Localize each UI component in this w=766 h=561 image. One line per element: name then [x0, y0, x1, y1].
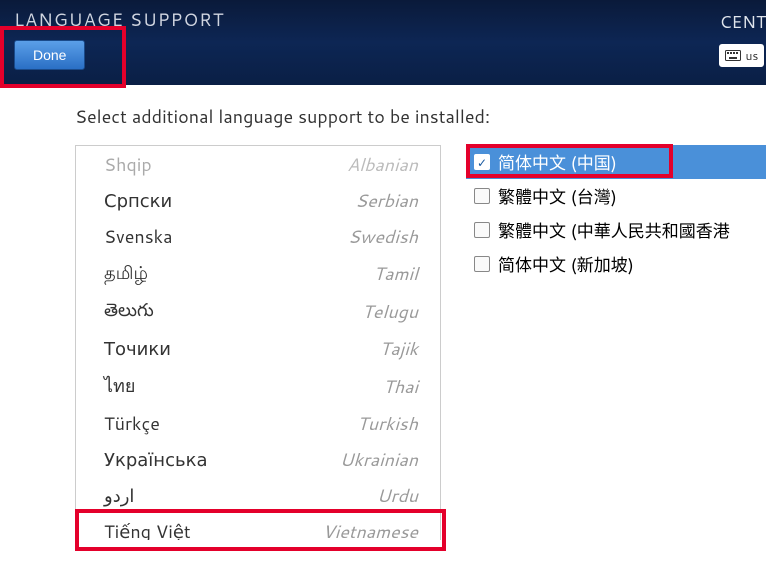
keyboard-badge[interactable]: us: [719, 44, 764, 67]
language-row[interactable]: ไทย Thai: [76, 366, 440, 405]
language-english: Turkish: [357, 410, 424, 436]
distro-label: CENT: [719, 10, 766, 34]
language-row[interactable]: తెలుగు Telugu: [76, 291, 440, 330]
keyboard-icon: [725, 50, 741, 61]
language-english: Tamil: [373, 260, 424, 286]
variant-label: 简体中文 (新加坡): [498, 251, 634, 277]
variant-list[interactable]: ✓ 简体中文 (中国) 繁體中文 (台灣) 繁體中文 (中華人民共和國香港 简体…: [441, 145, 766, 540]
language-list[interactable]: Shqip Albanian Српски Serbian Svenska Sw…: [75, 145, 441, 540]
language-english: Vietnamese: [322, 518, 424, 540]
language-row[interactable]: Türkçe Turkish: [76, 405, 440, 441]
variant-label: 繁體中文 (台灣): [498, 183, 617, 209]
page-title: LANGUAGE SUPPORT: [14, 6, 752, 32]
language-native: ไทย: [104, 371, 135, 400]
language-row[interactable]: Tiếng Việt Vietnamese: [76, 513, 440, 540]
language-english: Swedish: [348, 223, 424, 249]
language-native: Українська: [104, 446, 207, 472]
language-english: Tajik: [380, 335, 424, 361]
language-native: Svenska: [104, 223, 172, 249]
checkbox[interactable]: [474, 256, 490, 272]
language-native: తెలుగు: [104, 296, 154, 325]
language-row[interactable]: தமிழ் Tamil: [76, 254, 440, 291]
lists-container: Shqip Albanian Српски Serbian Svenska Sw…: [75, 145, 766, 540]
language-english: Serbian: [355, 187, 424, 213]
language-row[interactable]: Українська Ukrainian: [76, 441, 440, 477]
language-native: Türkçe: [104, 410, 160, 436]
language-native: Tiếng Việt: [104, 518, 191, 540]
language-row[interactable]: Svenska Swedish: [76, 218, 440, 254]
language-row[interactable]: Точики Tajik: [76, 330, 440, 366]
checkbox[interactable]: [474, 222, 490, 238]
language-row[interactable]: اردو Urdu: [76, 477, 440, 513]
language-native: Точики: [104, 335, 171, 361]
main-content: Select additional language support to be…: [0, 85, 766, 540]
instruction-text: Select additional language support to be…: [75, 103, 766, 129]
language-english: Albanian: [347, 151, 424, 177]
variant-row[interactable]: 繁體中文 (中華人民共和國香港: [466, 213, 766, 247]
variant-label: 繁體中文 (中華人民共和國香港: [498, 217, 730, 243]
variant-label: 简体中文 (中国): [498, 149, 617, 175]
checkbox-checked[interactable]: ✓: [474, 154, 490, 170]
header-bar: LANGUAGE SUPPORT Done CENT us: [0, 0, 766, 85]
done-button[interactable]: Done: [14, 40, 85, 70]
language-native: Shqip: [104, 151, 152, 177]
language-native: Српски: [104, 187, 172, 213]
language-native: اردو: [104, 482, 134, 508]
checkbox[interactable]: [474, 188, 490, 204]
variant-row-selected[interactable]: ✓ 简体中文 (中国): [466, 145, 766, 179]
language-english: Telugu: [362, 298, 424, 324]
header-right: CENT us: [719, 0, 766, 67]
keyboard-layout-label: us: [745, 47, 758, 64]
variant-row[interactable]: 简体中文 (新加坡): [466, 247, 766, 281]
variant-row[interactable]: 繁體中文 (台灣): [466, 179, 766, 213]
language-english: Urdu: [377, 482, 424, 508]
language-row[interactable]: Српски Serbian: [76, 182, 440, 218]
language-english: Ukrainian: [340, 446, 424, 472]
language-english: Thai: [383, 373, 424, 399]
language-native: தமிழ்: [104, 259, 148, 286]
language-row[interactable]: Shqip Albanian: [76, 146, 440, 182]
